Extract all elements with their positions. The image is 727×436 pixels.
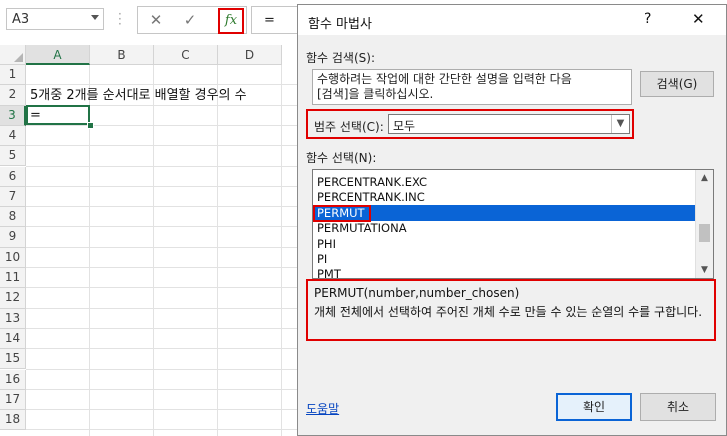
row-header[interactable]: 14 xyxy=(0,328,26,350)
function-list-item[interactable]: PERMUTATIONA xyxy=(313,220,697,236)
column-header[interactable]: D xyxy=(218,45,282,65)
search-input[interactable]: 수행하려는 작업에 대한 간단한 설명을 입력한 다음 [검색]을 클릭하십시오… xyxy=(312,69,632,105)
row-header[interactable]: 9 xyxy=(0,227,26,248)
function-list-item[interactable]: PERCENTRANK.INC xyxy=(313,189,697,205)
grid-row-line xyxy=(26,368,300,370)
grid-row-line xyxy=(26,388,300,390)
row-header[interactable]: 5 xyxy=(0,146,26,167)
cell-a3-text: = xyxy=(30,108,41,123)
column-header[interactable]: B xyxy=(90,45,154,65)
row-header[interactable]: 18 xyxy=(0,410,26,431)
row-header[interactable]: 13 xyxy=(0,308,26,329)
row-header[interactable]: 7 xyxy=(0,186,26,208)
grid-row-line xyxy=(26,409,300,411)
dialog-title-bar[interactable]: 함수 마법사 ? ✕ xyxy=(298,5,726,35)
grid-row-line xyxy=(26,348,300,350)
row-header[interactable]: 4 xyxy=(0,125,26,147)
category-value: 모두 xyxy=(393,119,416,133)
category-select[interactable]: 모두 ▼ xyxy=(388,114,630,134)
help-icon[interactable]: ? xyxy=(644,11,651,27)
row-header[interactable]: 11 xyxy=(0,268,26,289)
function-wizard-dialog: 함수 마법사 ? ✕ 함수 검색(S): 수행하려는 작업에 대한 간단한 설명… xyxy=(297,4,727,436)
row-header[interactable]: 1 xyxy=(0,65,26,86)
ok-button[interactable]: 확인 xyxy=(556,393,632,421)
cell-b2-text[interactable]: 5개중 2개를 순서대로 배열할 경우의 수 xyxy=(30,84,247,103)
list-scrollbar[interactable]: ▲ ▼ xyxy=(695,170,713,278)
grid-row-line xyxy=(26,267,300,268)
row-header[interactable]: 15 xyxy=(0,349,26,370)
dialog-title: 함수 마법사 xyxy=(308,17,372,32)
row-header[interactable]: 17 xyxy=(0,389,26,411)
row-header[interactable]: 3 xyxy=(0,105,26,126)
category-highlight-frame: 범주 선택(C): 모두 ▼ xyxy=(306,109,634,139)
drag-handle-icon[interactable]: · · · xyxy=(118,8,122,30)
grid-row-line xyxy=(26,429,300,431)
close-icon[interactable]: ✕ xyxy=(145,10,167,30)
category-label: 범주 선택(C): xyxy=(314,120,384,134)
insert-function-button[interactable]: fx xyxy=(218,8,244,34)
function-list-item[interactable]: PMT xyxy=(313,266,697,278)
chevron-down-icon[interactable] xyxy=(91,15,99,20)
row-header[interactable]: 12 xyxy=(0,288,26,309)
grid-row-line xyxy=(26,226,300,228)
row-header[interactable]: 6 xyxy=(0,166,26,187)
grid-row-line xyxy=(26,287,300,289)
function-list-item[interactable]: PHI xyxy=(313,236,697,252)
column-header[interactable]: A xyxy=(26,45,90,65)
description-highlight-frame: PERMUT(number,number_chosen) 개체 전체에서 선택하… xyxy=(306,279,716,341)
row-header[interactable]: 16 xyxy=(0,369,26,390)
grid-row-line xyxy=(26,327,300,329)
chevron-down-icon[interactable]: ▼ xyxy=(611,115,629,133)
grid-row-line xyxy=(26,185,300,187)
name-box[interactable]: A3 xyxy=(6,8,104,30)
function-description: 개체 전체에서 선택하여 주어진 개체 수로 만들 수 있는 순열의 수를 구합… xyxy=(314,305,703,319)
grid-row-line xyxy=(26,165,300,167)
row-header[interactable]: 2 xyxy=(0,85,26,106)
active-cell-a3[interactable]: = xyxy=(26,105,90,125)
grid-column-line xyxy=(153,65,154,436)
function-list-item[interactable]: PERCENTRANK.EXC xyxy=(313,174,697,190)
scroll-down-icon[interactable]: ▼ xyxy=(696,262,713,278)
grid-row-line xyxy=(26,246,300,248)
cancel-button[interactable]: 취소 xyxy=(640,393,716,421)
search-button[interactable]: 검색(G) xyxy=(640,71,714,97)
scroll-up-icon[interactable]: ▲ xyxy=(696,170,713,186)
function-list-label: 함수 선택(N): xyxy=(306,151,377,165)
grid-column-line xyxy=(217,65,218,436)
grid-row-line xyxy=(26,206,300,208)
select-all-icon xyxy=(14,53,23,62)
name-box-value: A3 xyxy=(12,12,30,27)
formula-text: = xyxy=(264,13,275,28)
help-link[interactable]: 도움말 xyxy=(306,400,339,417)
spreadsheet-grid: ABCD 1 2 3 4 5 6 7 8 9 10 11 12 13 14 15 16 17 18 5개중 2개를… xyxy=(0,42,300,436)
scroll-thumb[interactable] xyxy=(699,224,710,242)
grid-row-line xyxy=(26,124,300,126)
search-label: 함수 검색(S): xyxy=(306,51,375,65)
function-list[interactable]: PERCENTRANK.EXC PERCENTRANK.INC PERMUT PERM… xyxy=(312,169,714,279)
close-icon[interactable]: ✕ xyxy=(692,10,705,28)
function-syntax: PERMUT(number,number_chosen) xyxy=(314,286,520,300)
grid-column-line xyxy=(281,65,282,436)
formula-buttons: ✕ ✓ fx xyxy=(137,6,247,34)
row-header[interactable]: 10 xyxy=(0,247,26,268)
check-icon[interactable]: ✓ xyxy=(179,10,201,30)
grid-row-line xyxy=(26,145,300,147)
fill-handle[interactable] xyxy=(87,122,94,129)
function-list-item[interactable]: PERMUT xyxy=(313,204,697,222)
column-header[interactable]: C xyxy=(154,45,218,65)
row-header[interactable]: 8 xyxy=(0,207,26,228)
grid-row-line xyxy=(26,307,300,309)
select-all-button[interactable] xyxy=(0,45,26,65)
function-list-item[interactable]: PI xyxy=(313,251,697,267)
